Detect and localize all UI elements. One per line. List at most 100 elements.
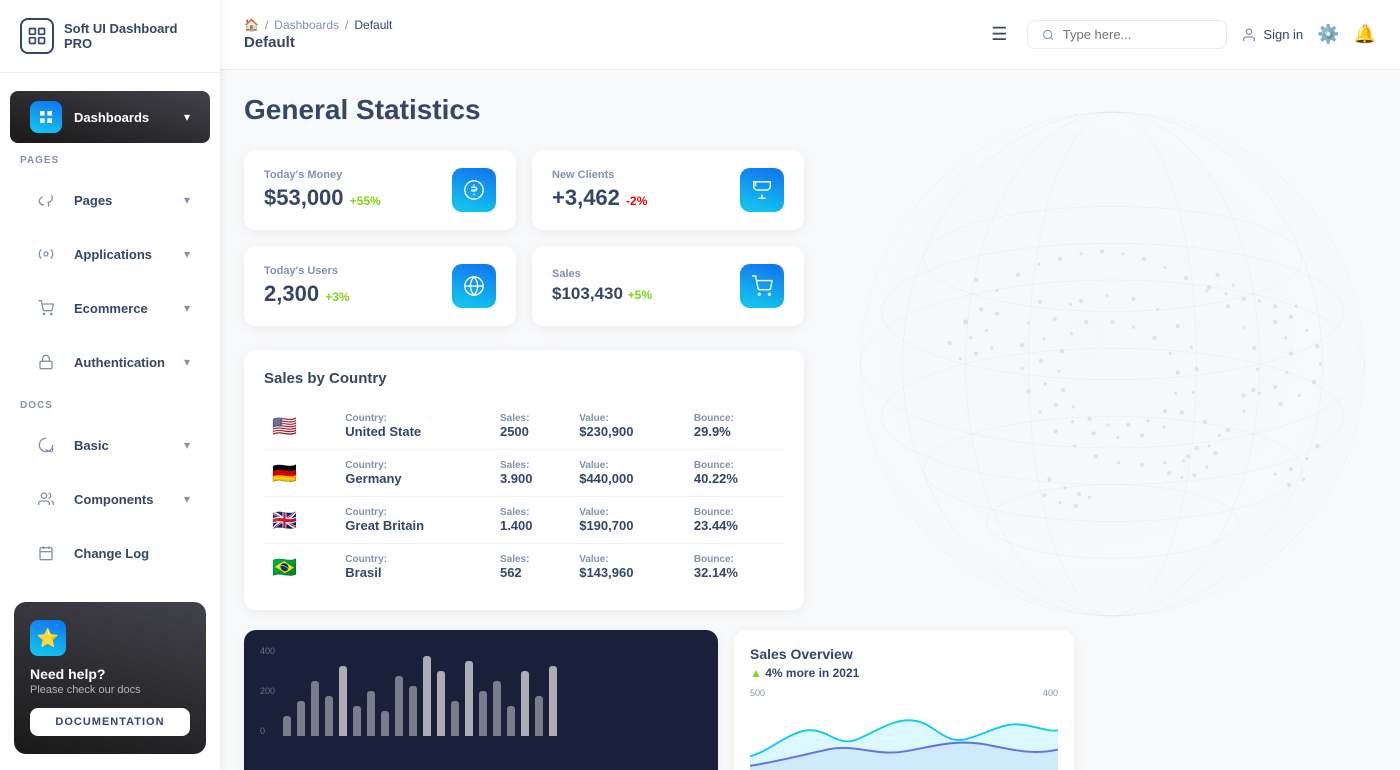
bar-item bbox=[409, 686, 417, 736]
stat-card-users: Today's Users 2,300 +3% bbox=[244, 246, 516, 326]
sidebar-item-pages[interactable]: Pages ▾ bbox=[10, 174, 210, 226]
bar-chart-area bbox=[283, 646, 557, 736]
overview-subtitle: ▲ 4% more in 2021 bbox=[750, 666, 1058, 680]
bar-item bbox=[395, 676, 403, 736]
stat-icon-users bbox=[452, 264, 496, 308]
sidebar-item-dashboards[interactable]: Dashboards ▾ bbox=[10, 91, 210, 143]
bottom-charts-row: 400 200 0 Sales Overview ▲ 4% more in 20… bbox=[244, 630, 1074, 770]
documentation-button[interactable]: DOCUMENTATION bbox=[30, 708, 190, 736]
topbar: 🏠 / Dashboards / Default Default ☰ bbox=[220, 0, 1400, 70]
sidebar-item-ecommerce[interactable]: Ecommerce ▾ bbox=[10, 282, 210, 334]
col-label-sales-gb: Sales: bbox=[500, 507, 563, 518]
value-cell-br: Value: $143,960 bbox=[571, 544, 686, 591]
flag-br: 🇧🇷 bbox=[272, 557, 297, 579]
bar-item bbox=[451, 701, 459, 736]
value-cell-de: Value: $440,000 bbox=[571, 450, 686, 497]
signin-label: Sign in bbox=[1263, 27, 1303, 42]
chevron-down-icon-comp: ▾ bbox=[184, 492, 190, 506]
sidebar-item-basic[interactable]: Basic ▾ bbox=[10, 419, 210, 471]
page-title: General Statistics bbox=[244, 94, 1376, 126]
breadcrumb-path: 🏠 / Dashboards / Default bbox=[244, 18, 971, 32]
bar-item bbox=[353, 706, 361, 736]
col-label-bounce-de: Bounce: bbox=[694, 460, 776, 471]
sales-cell-br: Sales: 562 bbox=[492, 544, 571, 591]
bar-chart-card: 400 200 0 bbox=[244, 630, 718, 770]
y-label-500: 500 bbox=[750, 688, 765, 698]
sidebar-item-applications[interactable]: Applications ▾ bbox=[10, 228, 210, 280]
search-icon bbox=[1042, 28, 1054, 42]
globe-decoration bbox=[720, 70, 1400, 700]
country-flag-cell: 🇧🇷 bbox=[264, 544, 337, 591]
stat-label-money: Today's Money bbox=[264, 169, 381, 181]
search-input[interactable] bbox=[1063, 27, 1213, 42]
stat-info-users: Today's Users 2,300 +3% bbox=[264, 265, 350, 307]
signin-button[interactable]: Sign in bbox=[1241, 27, 1303, 43]
sidebar-item-authentication[interactable]: Authentication ▾ bbox=[10, 336, 210, 388]
auth-icon bbox=[30, 346, 62, 378]
stat-change-clients: -2% bbox=[626, 194, 647, 208]
flag-de: 🇩🇪 bbox=[272, 463, 297, 485]
stat-change-sales: +5% bbox=[628, 288, 652, 302]
logo-area: Soft UI Dashboard PRO bbox=[0, 0, 220, 73]
value-val-gb: $190,700 bbox=[579, 518, 633, 533]
country-name-br: Brasil bbox=[345, 565, 381, 580]
stat-info-money: Today's Money $53,000 +55% bbox=[264, 169, 381, 211]
chevron-down-icon: ▾ bbox=[184, 110, 190, 124]
applications-icon bbox=[30, 238, 62, 270]
country-flag-cell: 🇩🇪 bbox=[264, 450, 337, 497]
country-name-us: United State bbox=[345, 424, 421, 439]
overview-title: Sales Overview bbox=[750, 646, 1058, 662]
sidebar-item-label-auth: Authentication bbox=[74, 355, 172, 370]
col-label-bounce: Bounce: bbox=[694, 413, 776, 424]
sales-by-country-card: Sales by Country 🇺🇸 Country: United Stat… bbox=[244, 350, 804, 610]
sidebar-item-label-pages: Pages bbox=[74, 193, 172, 208]
changelog-icon bbox=[30, 537, 62, 569]
country-flag-cell: 🇬🇧 bbox=[264, 497, 337, 544]
breadcrumb: 🏠 / Dashboards / Default Default bbox=[244, 18, 971, 51]
menu-toggle-icon[interactable]: ☰ bbox=[987, 20, 1011, 49]
country-name-cell: Country: Brasil bbox=[337, 544, 492, 591]
bounce-cell-br: Bounce: 32.14% bbox=[686, 544, 784, 591]
help-title: Need help? bbox=[30, 666, 190, 682]
chevron-down-icon-pages: ▾ bbox=[184, 193, 190, 207]
settings-icon[interactable]: ⚙️ bbox=[1317, 24, 1339, 45]
country-name-cell: Country: Germany bbox=[337, 450, 492, 497]
bounce-val-gb: 23.44% bbox=[694, 518, 738, 533]
stat-label-clients: New Clients bbox=[552, 169, 647, 181]
breadcrumb-separator-2: / bbox=[345, 18, 348, 32]
stat-icon-clients bbox=[740, 168, 784, 212]
value-cell-gb: Value: $190,700 bbox=[571, 497, 686, 544]
sidebar-item-label-basic: Basic bbox=[74, 438, 172, 453]
sales-cell-de: Sales: 3.900 bbox=[492, 450, 571, 497]
sidebar-nav: Dashboards ▾ PAGES Pages ▾ Appl bbox=[0, 73, 220, 586]
stat-card-sales: Sales $103,430 +5% bbox=[532, 246, 804, 326]
bar-item bbox=[367, 691, 375, 736]
stat-card-money: Today's Money $53,000 +55% bbox=[244, 150, 516, 230]
y-label-200: 200 bbox=[260, 686, 275, 696]
docs-section-label: DOCS bbox=[0, 390, 220, 417]
col-label-sales-br: Sales: bbox=[500, 554, 563, 565]
bar-item bbox=[507, 706, 515, 736]
sidebar-item-changelog[interactable]: Change Log bbox=[10, 527, 210, 579]
col-label-country-gb: Country: bbox=[345, 507, 484, 518]
pages-icon bbox=[30, 184, 62, 216]
country-flag-cell: 🇺🇸 bbox=[264, 403, 337, 450]
sidebar-item-components[interactable]: Components ▾ bbox=[10, 473, 210, 525]
notification-icon[interactable]: 🔔 bbox=[1354, 24, 1376, 45]
col-label-sales-de: Sales: bbox=[500, 460, 563, 471]
table-row: 🇧🇷 Country: Brasil Sales: 562 Value: bbox=[264, 544, 784, 591]
bounce-cell-de: Bounce: 40.22% bbox=[686, 450, 784, 497]
stat-label-users: Today's Users bbox=[264, 265, 350, 277]
user-icon bbox=[1241, 27, 1257, 43]
pages-section-label: PAGES bbox=[0, 145, 220, 172]
sidebar-item-label-applications: Applications bbox=[74, 247, 172, 262]
stat-change-money: +55% bbox=[350, 194, 381, 208]
components-icon bbox=[30, 483, 62, 515]
help-star-icon: ⭐ bbox=[30, 620, 66, 656]
help-box: ⭐ Need help? Please check our docs DOCUM… bbox=[14, 602, 206, 754]
sales-overview-chart bbox=[750, 702, 1058, 770]
search-bar[interactable] bbox=[1027, 20, 1227, 49]
breadcrumb-current: Default bbox=[354, 18, 392, 32]
stat-value-money: $53,000 +55% bbox=[264, 185, 381, 211]
stats-grid: Today's Money $53,000 +55% New Clients bbox=[244, 150, 804, 326]
